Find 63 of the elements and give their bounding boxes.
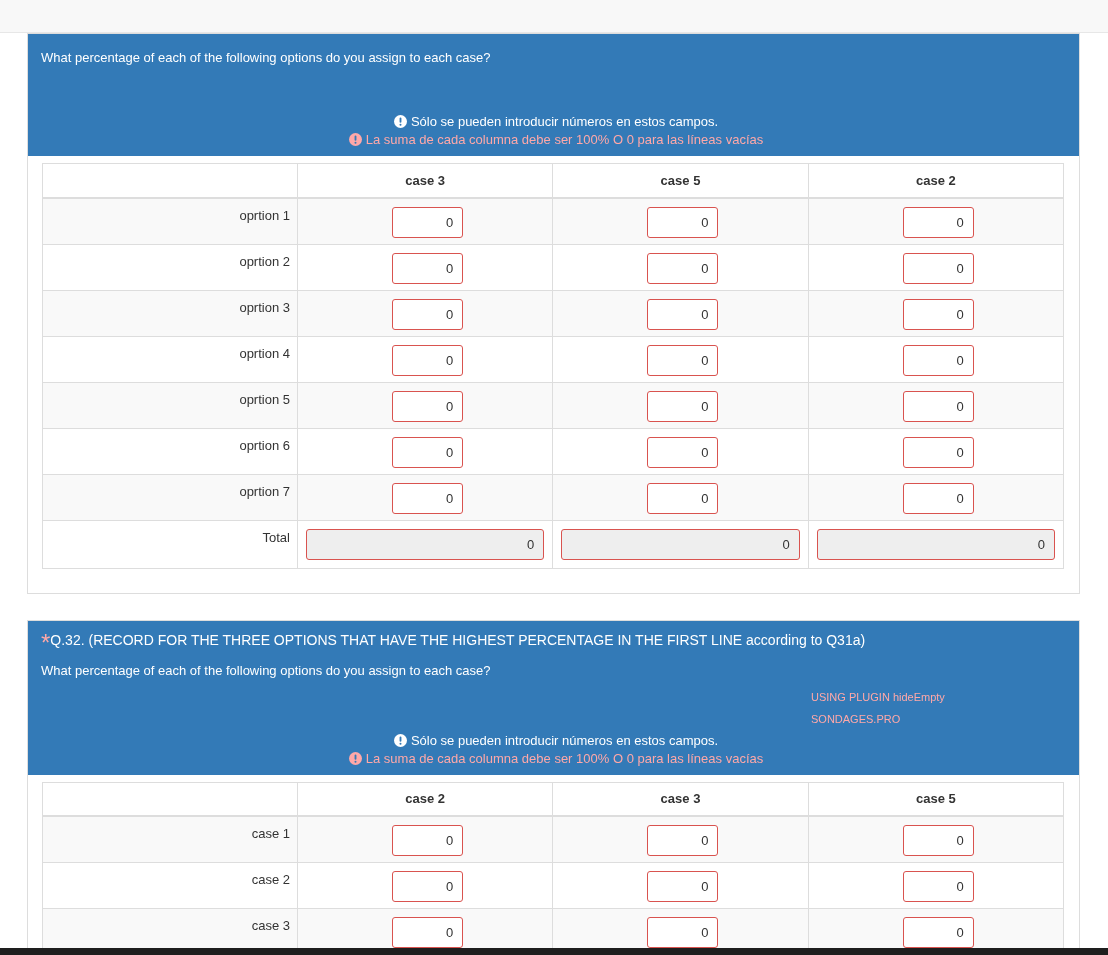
number-input[interactable]: 0 xyxy=(902,252,974,284)
row-label: oprtion 4 xyxy=(42,336,298,382)
number-input[interactable]: 0 xyxy=(902,298,974,330)
row-label: oprtion 5 xyxy=(42,382,298,428)
number-input[interactable]: 0 xyxy=(392,390,464,422)
row-label: Total xyxy=(42,520,298,568)
number-input[interactable]: 0 xyxy=(902,344,974,376)
error-note: La suma de cada columna debe ser 100% O 0 para las líneas vacías xyxy=(348,749,764,768)
total-field[interactable]: 0 xyxy=(816,528,1055,560)
plugin-note: USING PLUGIN hideEmpty xyxy=(811,689,945,705)
number-input[interactable]: 0 xyxy=(902,482,974,514)
error-icon xyxy=(348,133,362,146)
column-header: case 2 xyxy=(297,782,553,816)
number-input[interactable]: 0 xyxy=(392,917,464,948)
question-text: What percentage of each of the following options do you assign to each case? xyxy=(41,49,492,67)
number-input[interactable]: 0 xyxy=(902,436,974,468)
number-input[interactable]: 0 xyxy=(392,436,464,468)
info-icon xyxy=(393,115,407,128)
number-input[interactable]: 0 xyxy=(392,825,464,856)
error-icon xyxy=(348,751,362,765)
question-title: Q.32. (RECORD FOR THE THREE OPTIONS THAT HAVE THE HIGHEST PERCENTAGE IN THE FIRST LINE according to Q31a) xyxy=(50,630,866,650)
row-label: case 1 xyxy=(42,816,298,863)
column-header: case 5 xyxy=(808,782,1064,816)
number-input[interactable]: 0 xyxy=(647,917,719,948)
number-input[interactable]: 0 xyxy=(392,871,464,902)
number-input[interactable]: 0 xyxy=(647,390,719,422)
column-header: case 5 xyxy=(552,163,809,198)
required-asterisk: * xyxy=(41,632,51,652)
row-label: oprtion 7 xyxy=(42,474,298,520)
number-input[interactable]: 0 xyxy=(902,390,974,422)
number-input[interactable]: 0 xyxy=(647,871,719,902)
number-input[interactable]: 0 xyxy=(392,482,464,514)
row-label: oprtion 6 xyxy=(42,428,298,474)
number-input[interactable]: 0 xyxy=(647,482,719,514)
total-field[interactable]: 0 xyxy=(306,528,545,560)
number-input[interactable]: 0 xyxy=(647,298,719,330)
row-label: case 2 xyxy=(42,862,298,909)
row-label: oprtion 2 xyxy=(42,244,298,290)
number-input[interactable]: 0 xyxy=(647,436,719,468)
error-note: La suma de cada columna debe ser 100% O 0 para las líneas vacías xyxy=(348,131,764,149)
number-input[interactable]: 0 xyxy=(392,252,464,284)
column-header: case 3 xyxy=(297,163,553,198)
column-header: case 3 xyxy=(552,782,809,816)
row-label: oprtion 1 xyxy=(42,197,298,244)
number-input[interactable]: 0 xyxy=(902,206,974,238)
number-input[interactable]: 0 xyxy=(392,344,464,376)
info-icon xyxy=(393,733,407,747)
number-input[interactable]: 0 xyxy=(392,206,464,238)
number-input[interactable]: 0 xyxy=(647,206,719,238)
total-field[interactable]: 0 xyxy=(561,528,800,560)
number-input[interactable]: 0 xyxy=(902,871,974,902)
number-input[interactable]: 0 xyxy=(902,825,974,856)
info-note: Sólo se pueden introducir números en estos campos. xyxy=(393,731,719,750)
column-header: case 2 xyxy=(808,163,1064,198)
number-input[interactable]: 0 xyxy=(647,825,719,856)
row-label: oprtion 3 xyxy=(42,290,298,336)
number-input[interactable]: 0 xyxy=(392,298,464,330)
number-input[interactable]: 0 xyxy=(902,917,974,948)
number-input[interactable]: 0 xyxy=(647,344,719,376)
plugin-note: SONDAGES.PRO xyxy=(811,711,901,727)
question-text: What percentage of each of the following options do you assign to each case? xyxy=(41,661,492,680)
number-input[interactable]: 0 xyxy=(647,252,719,284)
info-note: Sólo se pueden introducir números en estos campos. xyxy=(393,113,719,131)
